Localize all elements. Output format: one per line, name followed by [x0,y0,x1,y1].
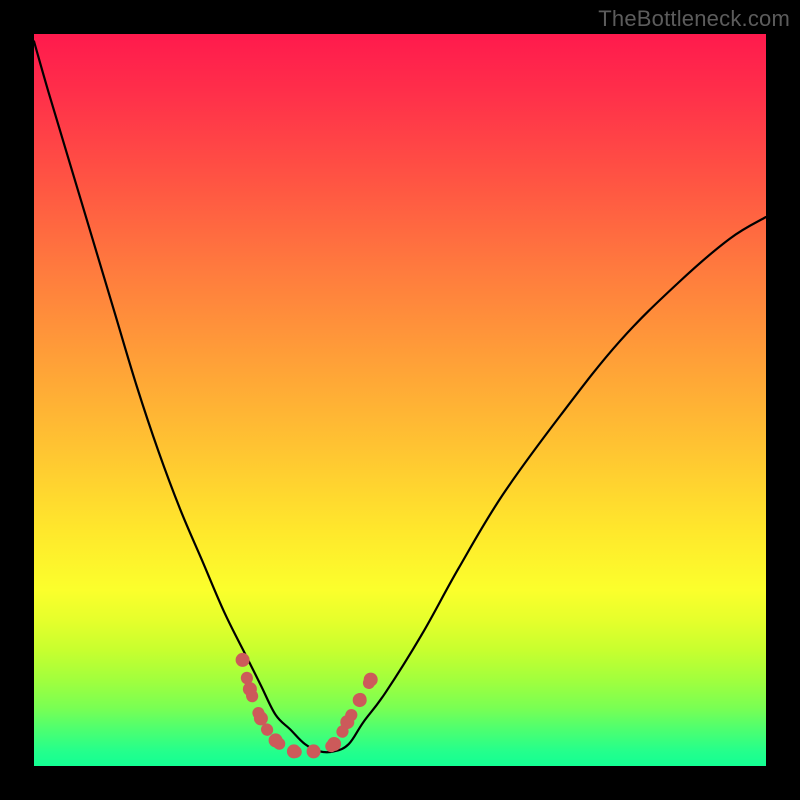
gradient-background [34,34,766,766]
chart-frame: TheBottleneck.com [0,0,800,800]
watermark-text: TheBottleneck.com [598,6,790,32]
